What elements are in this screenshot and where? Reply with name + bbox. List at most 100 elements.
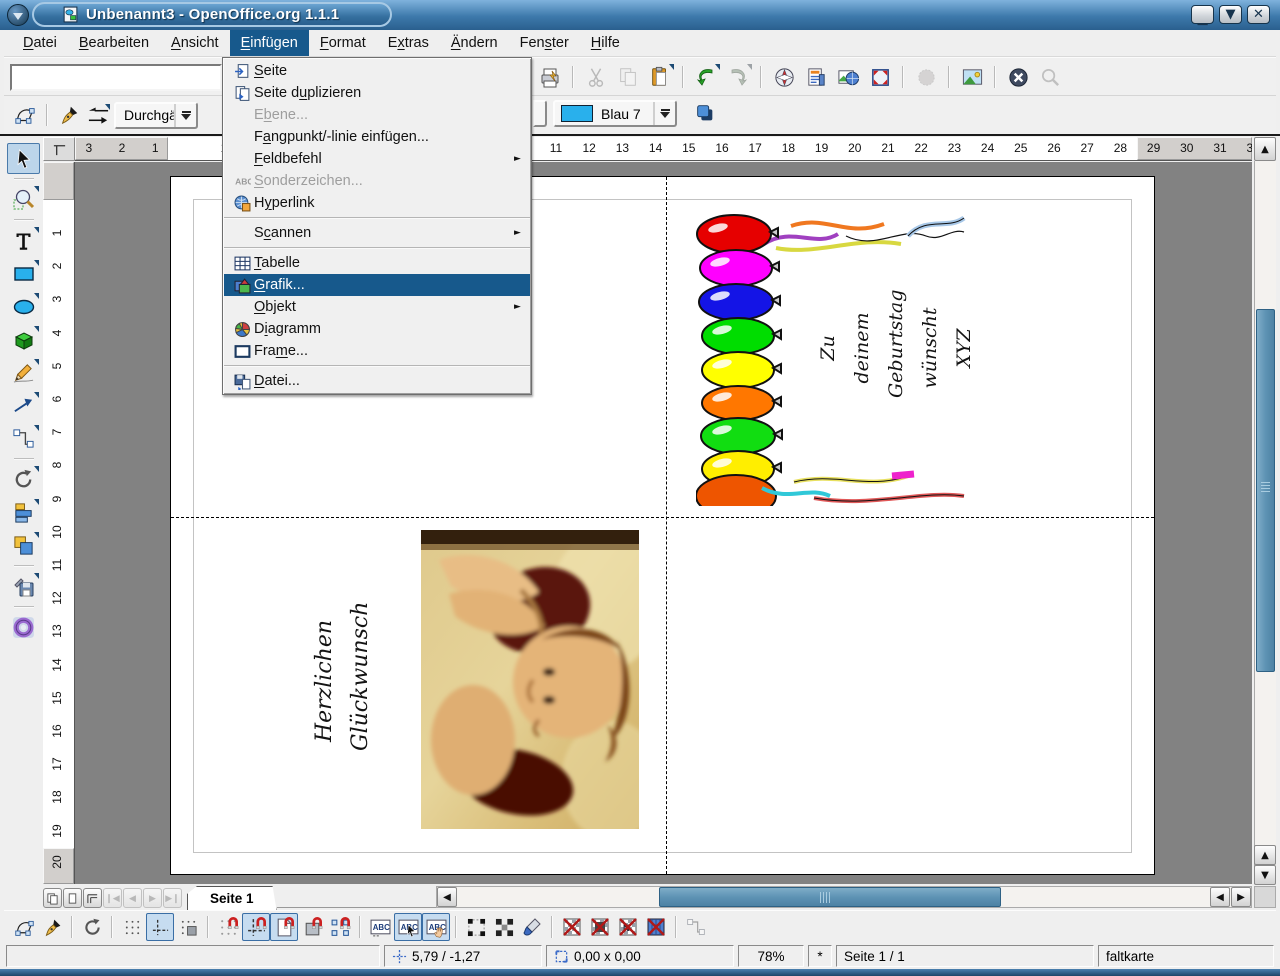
opt-guides-front-button[interactable] — [174, 913, 202, 941]
fill-color-dropdown-button[interactable] — [653, 102, 675, 125]
opt-show-snap-lines-button[interactable] — [146, 913, 174, 941]
copy-button[interactable] — [613, 62, 643, 92]
menu-item-datei[interactable]: Datei... — [224, 370, 530, 392]
gallery-button[interactable] — [833, 62, 863, 92]
page-mode-button[interactable] — [43, 888, 62, 908]
horizontal-scrollbar[interactable] — [436, 886, 1252, 908]
menu-item-seite[interactable]: Seite — [224, 60, 530, 82]
opt-snap-to-object-border-button[interactable] — [298, 913, 326, 941]
menu-item-feldbefehl[interactable]: Feldbefehl ► — [224, 148, 530, 170]
menu-ändern[interactable]: Ändern — [440, 30, 509, 56]
menu-ansicht[interactable]: Ansicht — [160, 30, 230, 56]
menu-item-grafik[interactable]: Grafik... — [224, 274, 530, 296]
tool-alignment-button[interactable] — [7, 497, 40, 528]
edit-points-button[interactable] — [12, 102, 38, 128]
tool-rectangle-button[interactable] — [7, 258, 40, 289]
opt-snap-to-object-points-button[interactable] — [326, 913, 354, 941]
cut-button[interactable] — [581, 62, 611, 92]
vscroll-up-button[interactable]: ▲ — [1254, 137, 1276, 161]
line-style-dropdown-button[interactable] — [174, 103, 196, 127]
layer-mode-button[interactable] — [83, 888, 102, 908]
ruler-origin-button[interactable] — [43, 137, 75, 161]
vscroll-thumb[interactable] — [1256, 309, 1275, 672]
opt-line-contour-button[interactable] — [642, 913, 670, 941]
search-button[interactable] — [1035, 62, 1065, 92]
insert-graphics-button[interactable] — [957, 62, 987, 92]
status-zoom-field[interactable]: 78% — [738, 945, 804, 967]
tool-rotate-button[interactable] — [7, 464, 40, 495]
opt-snap-to-grid-button[interactable] — [214, 913, 242, 941]
print-file-directly-button[interactable] — [535, 62, 565, 92]
tool-effects-button[interactable] — [7, 612, 40, 643]
stop-loading-button[interactable] — [1003, 62, 1033, 92]
opt-glue-points-button[interactable] — [38, 913, 66, 941]
hscroll-left-button-2[interactable]: ◀ — [1210, 887, 1230, 907]
opt-quick-edit-button[interactable] — [366, 913, 394, 941]
opt-picture-placeholder-button[interactable] — [558, 913, 586, 941]
arrow-style-button[interactable] — [85, 102, 111, 128]
hscroll-right-button[interactable]: ▶ — [1231, 887, 1251, 907]
vscroll-down-button[interactable]: ▼ — [1254, 865, 1276, 885]
menu-format[interactable]: Format — [309, 30, 377, 56]
undo-button[interactable] — [691, 62, 721, 92]
vertical-scrollbar[interactable] — [1254, 161, 1276, 884]
window-menu-button[interactable] — [7, 4, 29, 26]
card-back-text[interactable]: Herzlichen Glückwunsch — [307, 602, 379, 751]
fill-color-combo[interactable]: Blau 7 — [553, 100, 677, 127]
opt-simple-handles-button[interactable] — [462, 913, 490, 941]
menu-hilfe[interactable]: Hilfe — [580, 30, 631, 56]
opt-text-placeholder-button[interactable]: N — [614, 913, 642, 941]
tool-insert-button[interactable] — [7, 571, 40, 602]
shadow-button[interactable] — [692, 100, 718, 126]
master-mode-button[interactable] — [63, 888, 82, 908]
menu-bearbeiten[interactable]: Bearbeiten — [68, 30, 160, 56]
menu-item-hyperlink[interactable]: Hyperlink — [224, 192, 530, 214]
load-url-field[interactable] — [10, 64, 222, 91]
opt-rotation-mode-button[interactable] — [78, 913, 106, 941]
line-style-combo[interactable]: Durchgä — [114, 101, 198, 129]
menu-item-seite-duplizieren[interactable]: Seite duplizieren — [224, 82, 530, 104]
close-button[interactable]: ✕ — [1247, 5, 1270, 24]
menu-einfügen[interactable]: Einfügen — [229, 30, 309, 56]
tool-arrange-button[interactable] — [7, 530, 40, 561]
tool-ellipse-button[interactable] — [7, 291, 40, 322]
redo-button[interactable] — [723, 62, 753, 92]
menu-fenster[interactable]: Fen s ter — [509, 30, 580, 56]
vertical-ruler[interactable]: 1 2 3 4 5 6 7 8 9 10 11 12 13 14 15 16 17 18 19 20 — [43, 162, 75, 884]
tool-connector-button[interactable] — [7, 423, 40, 454]
opt-contour-mode-button[interactable] — [586, 913, 614, 941]
card-front-text[interactable]: Zu deinem Geburtstag wünscht XYZ — [811, 290, 981, 398]
opt-select-text-area-button[interactable] — [394, 913, 422, 941]
last-page-button[interactable]: ▶❙ — [163, 888, 182, 908]
menu-item-objekt[interactable]: Objekt ► — [224, 296, 530, 318]
tool-curve-button[interactable] — [7, 357, 40, 388]
tool-select-button[interactable] — [7, 143, 40, 174]
stylist-button[interactable] — [801, 62, 831, 92]
object-button[interactable] — [911, 62, 941, 92]
menu-item-frame[interactable]: Frame... — [224, 340, 530, 362]
opt-exit-group-button[interactable] — [682, 913, 710, 941]
tool-zoom-button[interactable] — [7, 184, 40, 215]
cherub-painting[interactable] — [421, 530, 639, 829]
previous-page-button[interactable]: ◀ — [123, 888, 142, 908]
opt-show-grid-button[interactable] — [118, 913, 146, 941]
menu-item-tabelle[interactable]: Tabelle — [224, 252, 530, 274]
menu-item-fangpunkt-linie-einfügen[interactable]: Fangpunkt/-linie einfügen... — [224, 126, 530, 148]
title-bar[interactable]: Unbenannt3 - OpenOffice.org 1.1.1 ▁ ▼ ✕ — [0, 0, 1280, 30]
vscroll-up-button-2[interactable]: ▲ — [1254, 845, 1276, 865]
hscroll-left-button[interactable]: ◀ — [437, 887, 457, 907]
navigator-button[interactable] — [769, 62, 799, 92]
tool-lines-arrows-button[interactable] — [7, 390, 40, 421]
minimize-button[interactable]: ▁ — [1191, 5, 1214, 25]
opt-edit-points-button[interactable] — [10, 913, 38, 941]
tool-text-button[interactable] — [7, 225, 40, 256]
opt-double-click-edit-button[interactable] — [422, 913, 450, 941]
line-dialog-button[interactable] — [56, 102, 82, 128]
hscroll-thumb[interactable] — [659, 887, 1001, 907]
menu-datei[interactable]: Datei — [12, 30, 68, 56]
menu-item-diagramm[interactable]: Diagramm — [224, 318, 530, 340]
opt-snap-to-snap-lines-button[interactable] — [242, 913, 270, 941]
menu-extras[interactable]: Ex tras — [377, 30, 440, 56]
zoom-page-button[interactable] — [865, 62, 895, 92]
next-page-button[interactable]: ▶ — [143, 888, 162, 908]
